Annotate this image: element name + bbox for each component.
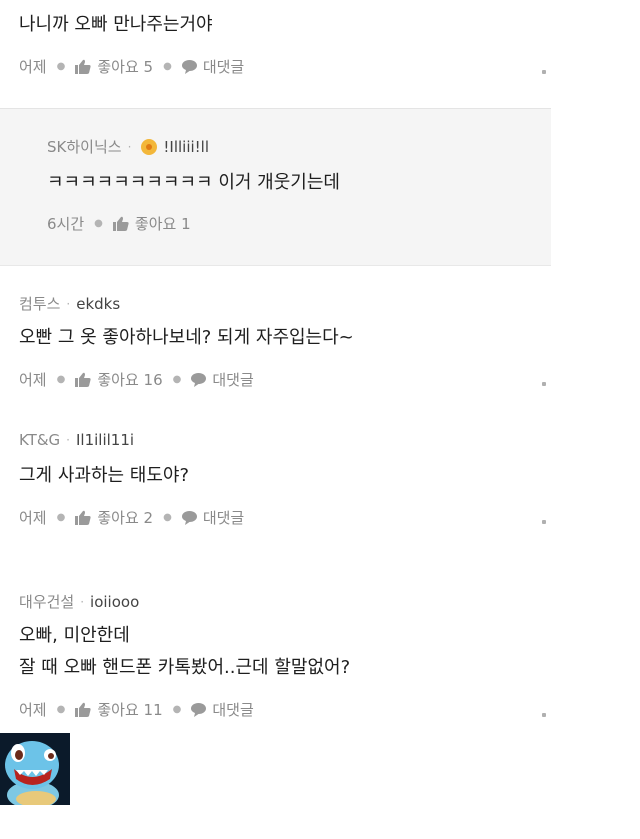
like-label: 좋아요 bbox=[97, 701, 139, 719]
comment-text-line1: 오빠, 미안한데 bbox=[19, 625, 130, 646]
author-nickname: Il1ilil11i bbox=[75, 431, 135, 449]
separator-dot: ● bbox=[56, 704, 66, 715]
separator-dot: ● bbox=[56, 374, 66, 385]
reply-meta: 6시간 ● 좋아요 1 bbox=[47, 213, 191, 234]
separator-dot: ● bbox=[163, 512, 172, 523]
author-company: 대우건설 bbox=[19, 593, 75, 611]
author-nickname: ekdks bbox=[76, 294, 121, 313]
author-company: KT&G bbox=[19, 431, 61, 449]
reply-item: SK하이닉스 · !Illiii!ll ㅋㅋㅋㅋㅋㅋㅋㅋㅋㅋ 이거 개웃기는데 … bbox=[0, 108, 551, 266]
author-nickname: !Illiii!ll bbox=[163, 137, 210, 156]
cartoon-turtle-image bbox=[0, 733, 70, 805]
speech-bubble-icon bbox=[191, 372, 207, 387]
speech-bubble-icon bbox=[181, 510, 197, 525]
comment-date: 어제 bbox=[19, 701, 47, 719]
like-label: 좋아요 bbox=[97, 509, 139, 527]
separator-dot: ● bbox=[56, 512, 66, 523]
like-count: 2 bbox=[143, 508, 154, 527]
comment-author: KT&G · Il1ilil11i bbox=[19, 431, 134, 449]
medal-icon bbox=[141, 138, 158, 155]
comment-text: 오빤 그 옷 좋아하나보네? 되게 자주입는다~ bbox=[19, 327, 354, 348]
like-label: 좋아요 bbox=[134, 215, 177, 233]
like-count: 16 bbox=[143, 370, 163, 389]
comment-text: 나니까 오빠 만나주는거야 bbox=[19, 14, 213, 35]
comment-meta: 어제 ● 좋아요 16 ● 대댓글 bbox=[19, 369, 254, 390]
comment-date: 어제 bbox=[19, 509, 47, 527]
more-options-icon[interactable] bbox=[542, 713, 546, 717]
separator-dot: ● bbox=[163, 61, 172, 72]
like-label: 좋아요 bbox=[97, 58, 139, 76]
separator-dot: · bbox=[66, 433, 70, 447]
separator-dot: · bbox=[127, 139, 132, 154]
comment-author: 대우건설 · ioiiooo bbox=[19, 591, 139, 612]
reply-label: 대댓글 bbox=[202, 58, 245, 76]
more-options-icon[interactable] bbox=[542, 520, 546, 524]
separator-dot: ● bbox=[172, 374, 182, 385]
like-label: 좋아요 bbox=[97, 371, 139, 389]
separator-dot: ● bbox=[94, 218, 103, 229]
speech-bubble-icon bbox=[191, 702, 207, 717]
comment-text: 그게 사과하는 태도야? bbox=[19, 465, 190, 486]
comment-meta: 어제 ● 좋아요 11 ● 대댓글 bbox=[19, 699, 254, 720]
like-button[interactable]: 좋아요 1 bbox=[112, 213, 191, 234]
thumbs-up-icon bbox=[112, 216, 129, 231]
separator-dot: ● bbox=[56, 61, 66, 72]
speech-bubble-icon bbox=[181, 59, 197, 74]
comment-date: 어제 bbox=[19, 58, 47, 76]
author-company: SK하이닉스 bbox=[47, 138, 122, 156]
reply-button[interactable]: 대댓글 bbox=[191, 699, 254, 720]
reply-time: 6시간 bbox=[47, 215, 85, 233]
comment-meta: 어제 ● 좋아요 5 ● 대댓글 bbox=[19, 56, 244, 77]
more-options-icon[interactable] bbox=[542, 382, 546, 386]
author-company: 컴투스 bbox=[19, 295, 61, 313]
separator-dot: · bbox=[66, 296, 71, 311]
thumbs-up-icon bbox=[75, 510, 91, 525]
reply-label: 대댓글 bbox=[212, 701, 254, 719]
turtle-character-icon bbox=[0, 733, 70, 805]
comment-item: KT&G · Il1ilil11i 그게 사과하는 태도야? 어제 ● 좋아요 … bbox=[0, 418, 550, 538]
reply-label: 대댓글 bbox=[212, 371, 254, 389]
reply-author: SK하이닉스 · !Illiii!ll bbox=[47, 136, 209, 157]
like-button[interactable]: 좋아요 5 bbox=[75, 56, 153, 77]
thumbs-up-icon bbox=[75, 372, 91, 387]
like-button[interactable]: 좋아요 16 bbox=[75, 369, 163, 390]
comment-author: 컴투스 · ekdks bbox=[19, 293, 120, 314]
like-count: 11 bbox=[143, 700, 163, 719]
comment-text-line2: 잘 때 오빠 핸드폰 카톡봤어..근데 할말없어? bbox=[19, 657, 351, 678]
comment-date: 어제 bbox=[19, 371, 47, 389]
thumbs-up-icon bbox=[75, 59, 91, 74]
comment-item: 컴투스 · ekdks 오빤 그 옷 좋아하나보네? 되게 자주입는다~ 어제 … bbox=[0, 280, 550, 400]
separator-dot: ● bbox=[172, 704, 182, 715]
separator-dot: · bbox=[80, 594, 85, 609]
like-button[interactable]: 좋아요 2 bbox=[75, 507, 153, 528]
like-button[interactable]: 좋아요 11 bbox=[75, 699, 163, 720]
reply-button[interactable]: 대댓글 bbox=[181, 56, 245, 77]
reply-button[interactable]: 대댓글 bbox=[181, 507, 245, 528]
like-count: 1 bbox=[181, 214, 191, 233]
thumbs-up-icon bbox=[75, 702, 91, 717]
comment-item: 대우건설 · ioiiooo 오빠, 미안한데 잘 때 오빠 핸드폰 카톡봤어.… bbox=[0, 580, 550, 730]
reply-label: 대댓글 bbox=[202, 509, 245, 527]
comment-meta: 어제 ● 좋아요 2 ● 대댓글 bbox=[19, 507, 244, 528]
more-options-icon[interactable] bbox=[542, 70, 546, 74]
author-nickname: ioiiooo bbox=[90, 592, 140, 611]
like-count: 5 bbox=[143, 57, 154, 76]
reply-button[interactable]: 대댓글 bbox=[191, 369, 254, 390]
reply-text: ㅋㅋㅋㅋㅋㅋㅋㅋㅋㅋ 이거 개웃기는데 bbox=[47, 172, 340, 193]
